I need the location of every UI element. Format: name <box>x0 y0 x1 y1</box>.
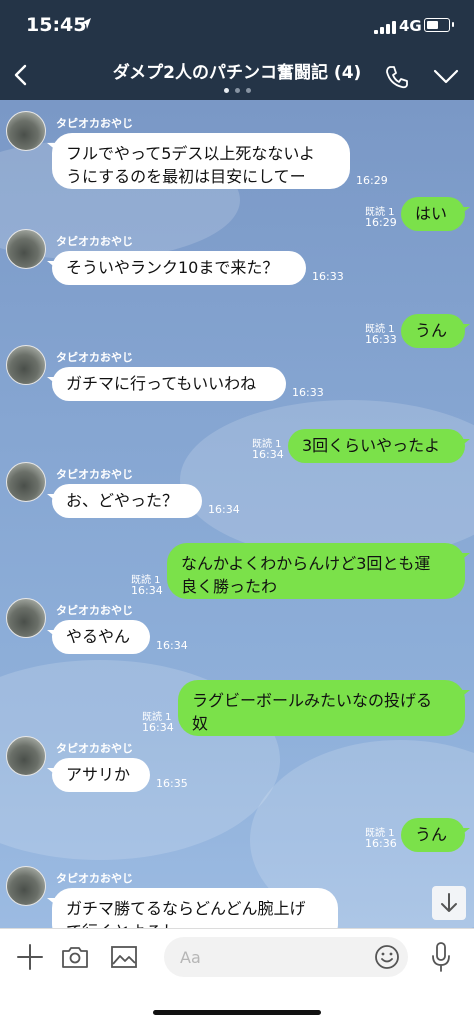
signal-icon <box>374 20 396 34</box>
message-line: アサリか <box>66 765 131 784</box>
sender-name: タピオカおやじ <box>56 117 133 130</box>
background-cloud <box>180 400 474 560</box>
message-input[interactable]: Aa <box>164 937 408 977</box>
bubble-tail <box>47 898 57 906</box>
message-line: ラグビーボールみたいなの投げる <box>192 691 433 710</box>
message-line: なんかよくわからんけど3回とも運 <box>181 554 431 573</box>
message-time: 16:29 <box>365 216 397 229</box>
incoming-message-bubble[interactable]: やるやん <box>52 620 150 654</box>
message-line: ガチマ勝てるならどんどん腕上げ <box>66 899 306 918</box>
avatar[interactable] <box>6 462 46 502</box>
message-input-placeholder: Aa <box>180 948 201 967</box>
message-line: お、どやった？ <box>66 491 179 510</box>
message-time: 16:34 <box>156 639 188 652</box>
sender-name: タピオカおやじ <box>56 742 133 755</box>
message-time: 16:33 <box>312 270 344 283</box>
outgoing-message-bubble[interactable]: はい <box>401 197 465 231</box>
bubble-tail <box>460 439 470 447</box>
chevron-down-icon[interactable] <box>432 64 460 88</box>
back-icon[interactable] <box>6 58 36 92</box>
scroll-down-button[interactable] <box>432 886 466 920</box>
location-icon <box>81 18 91 29</box>
bubble-tail <box>47 494 57 502</box>
message-time: 16:34 <box>142 721 174 734</box>
message-line: そういやランク10まで来た？ <box>66 258 279 277</box>
emoji-icon[interactable] <box>374 944 400 970</box>
bubble-tail <box>460 324 470 332</box>
sender-name: タピオカおやじ <box>56 468 133 481</box>
home-indicator <box>153 1010 321 1015</box>
outgoing-message-bubble[interactable]: うん <box>401 818 465 852</box>
message-line: ガチマに行ってもいいわね <box>66 374 257 393</box>
bubble-tail <box>47 630 57 638</box>
message-time: 16:33 <box>292 386 324 399</box>
avatar[interactable] <box>6 598 46 638</box>
incoming-message-bubble[interactable]: ガチマに行ってもいいわね <box>52 367 286 401</box>
status-time: 15:45 <box>26 14 87 36</box>
outgoing-message-bubble[interactable]: ラグビーボールみたいなの投げる奴 <box>178 680 465 736</box>
input-bar: Aa <box>0 928 474 1025</box>
message-time: 16:33 <box>365 333 397 346</box>
message-time: 16:35 <box>156 777 188 790</box>
bubble-tail <box>47 768 57 776</box>
message-line: 3回くらいやったよ <box>302 436 441 455</box>
incoming-message-bubble[interactable]: フルでやって5デス以上死なないよ うにするのを最初は目安にしてー <box>52 133 350 189</box>
status-bar: 15:45 4G <box>0 0 474 50</box>
scroll-down-icon <box>441 893 457 912</box>
sender-name: タピオカおやじ <box>56 351 133 364</box>
network-type: 4G <box>399 17 422 35</box>
message-line: やるやん <box>66 627 131 646</box>
message-time: 16:34 <box>252 448 284 461</box>
sender-name: タピオカおやじ <box>56 872 133 885</box>
message-line: フルでやって5デス以上死なないよ <box>66 144 316 163</box>
incoming-message-bubble[interactable]: アサリか <box>52 758 150 792</box>
message-time: 16:29 <box>356 174 388 187</box>
bubble-tail <box>47 143 57 151</box>
sender-name: タピオカおやじ <box>56 235 133 248</box>
bubble-tail <box>460 207 470 215</box>
message-line: うん <box>415 825 448 844</box>
mic-icon[interactable] <box>430 941 452 973</box>
message-line: はい <box>415 204 448 223</box>
camera-icon[interactable] <box>60 943 90 971</box>
chat-area[interactable]: フルでやって5デス以上死なないよ うにするのを最初は目安にしてー タピオカおやじ 16… <box>0 100 474 928</box>
message-line: 奴 <box>192 714 209 733</box>
outgoing-message-bubble[interactable]: なんかよくわからんけど3回とも運 良く勝ったわ <box>167 543 465 599</box>
message-line: うにするのを最初は目安にしてー <box>66 167 306 186</box>
chat-title[interactable]: ダメプ2人のパチンコ奮闘記 (4) <box>60 58 414 83</box>
plus-icon[interactable] <box>16 943 44 971</box>
message-time: 16:36 <box>365 837 397 850</box>
phone-icon[interactable] <box>384 64 410 90</box>
image-icon[interactable] <box>110 943 138 971</box>
bubble-tail <box>47 377 57 385</box>
chat-header: ダメプ2人のパチンコ奮闘記 (4) <box>0 50 474 100</box>
bubble-tail <box>460 690 470 698</box>
battery-icon <box>424 18 450 32</box>
battery-tip <box>452 22 454 27</box>
outgoing-message-bubble[interactable]: うん <box>401 314 465 348</box>
incoming-message-bubble[interactable]: そういやランク10まで来た？ <box>52 251 306 285</box>
avatar[interactable] <box>6 345 46 385</box>
incoming-message-bubble[interactable]: ガチマ勝てるならどんどん腕上げて行くとよろし <box>52 888 338 928</box>
message-line: うん <box>415 321 448 340</box>
avatar[interactable] <box>6 736 46 776</box>
message-time: 16:34 <box>131 584 163 597</box>
message-time: 16:34 <box>208 503 240 516</box>
bubble-tail <box>460 553 470 561</box>
page-indicator <box>219 88 255 93</box>
bubble-tail <box>460 828 470 836</box>
avatar[interactable] <box>6 229 46 269</box>
avatar[interactable] <box>6 111 46 151</box>
avatar[interactable] <box>6 866 46 906</box>
message-line: 良く勝ったわ <box>181 577 278 596</box>
outgoing-message-bubble[interactable]: 3回くらいやったよ <box>288 429 465 463</box>
incoming-message-bubble[interactable]: お、どやった？ <box>52 484 202 518</box>
message-line: て行くとよろし <box>66 920 324 928</box>
bubble-tail <box>47 261 57 269</box>
sender-name: タピオカおやじ <box>56 604 133 617</box>
